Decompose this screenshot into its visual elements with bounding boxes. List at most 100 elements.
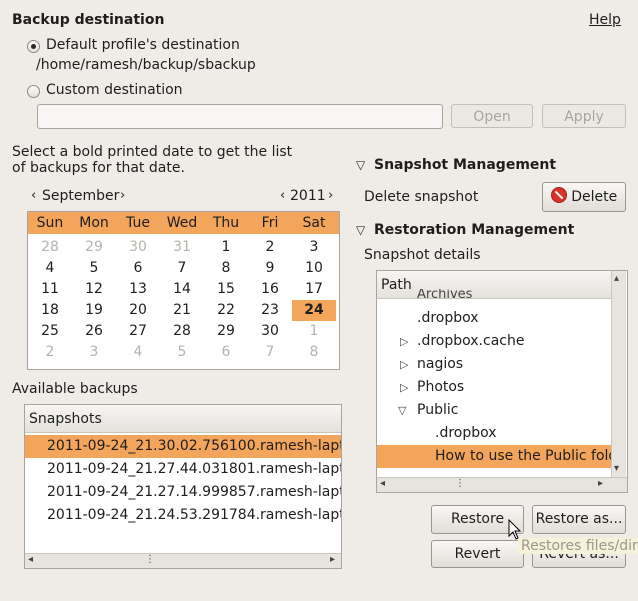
revert-button[interactable]: Revert (431, 540, 524, 568)
calendar-day[interactable]: 1 (204, 237, 248, 258)
calendar-day[interactable]: 6 (204, 342, 248, 363)
custom-destination-field[interactable] (37, 104, 443, 129)
calendar-day[interactable]: 3 (72, 342, 116, 363)
next-year-arrow[interactable]: › (328, 188, 333, 203)
calendar-day[interactable]: 4 (28, 258, 72, 279)
weekday-thu: Thu (212, 215, 240, 231)
section-title-backup-destination: Backup destination (12, 12, 165, 28)
calendar-day[interactable]: 23 (248, 300, 292, 321)
tree-horizontal-scrollbar[interactable]: ◂ ⋮ ▸ (377, 477, 627, 492)
help-link[interactable]: Help (589, 12, 621, 28)
prev-month-arrow[interactable]: ‹ (31, 188, 36, 203)
calendar-week-row: 18 19 20 21 22 23 24 (28, 300, 339, 321)
calendar-day[interactable]: 1 (292, 321, 336, 342)
snapshot-row[interactable]: 2011-09-24_21.27.44.031801.ramesh-laptop… (25, 458, 341, 481)
calendar-week-row: 11 12 13 14 15 16 17 (28, 279, 339, 300)
open-button[interactable]: Open (451, 104, 533, 128)
calendar-day[interactable]: 10 (292, 258, 336, 279)
calendar-day[interactable]: 26 (72, 321, 116, 342)
calendar-grid[interactable]: Sun Mon Tue Wed Thu Fri Sat 28 29 30 31 1 2 3 4… (27, 211, 340, 370)
default-destination-radio[interactable] (27, 40, 40, 53)
tree-row-partial[interactable]: Archives (417, 289, 611, 301)
calendar-day[interactable]: 8 (204, 258, 248, 279)
weekday-tue: Tue (126, 215, 150, 231)
calendar-day[interactable]: 31 (160, 237, 204, 258)
restoration-management-title[interactable]: Restoration Management (374, 222, 574, 238)
scroll-right-icon[interactable]: ▸ (330, 554, 335, 565)
calendar-day[interactable]: 27 (116, 321, 160, 342)
snapshot-row[interactable]: 2011-09-24_21.24.53.291784.ramesh-laptop… (25, 504, 341, 527)
snapshots-horizontal-scrollbar[interactable]: ◂ ⋮ ▸ (25, 553, 341, 568)
scroll-left-icon[interactable]: ◂ (28, 554, 33, 565)
calendar-day[interactable]: 29 (72, 237, 116, 258)
delete-snapshot-label: Delete snapshot (364, 189, 479, 205)
tree-row[interactable]: .dropbox (377, 422, 611, 445)
scroll-up-icon[interactable]: ▴ (614, 273, 619, 284)
calendar-day[interactable]: 7 (160, 258, 204, 279)
next-month-arrow[interactable]: › (120, 188, 125, 203)
restore-as-button[interactable]: Restore as... (532, 505, 626, 534)
prev-year-arrow[interactable]: ‹ (280, 188, 285, 203)
calendar-day[interactable]: 28 (160, 321, 204, 342)
tree-row[interactable]: How to use the Public fold (377, 445, 611, 468)
calendar-day[interactable]: 4 (116, 342, 160, 363)
tree-row[interactable]: .dropbox.cache (377, 330, 611, 353)
calendar-day[interactable]: 30 (248, 321, 292, 342)
calendar-day[interactable]: 16 (248, 279, 292, 300)
calendar-day[interactable]: 6 (116, 258, 160, 279)
delete-button[interactable]: Delete (542, 182, 626, 212)
calendar-day[interactable]: 3 (292, 237, 336, 258)
calendar-day[interactable]: 28 (28, 237, 72, 258)
calendar-day[interactable]: 22 (204, 300, 248, 321)
snapshot-row[interactable]: 2011-09-24_21.27.14.999857.ramesh-laptop… (25, 481, 341, 504)
scroll-grip-icon[interactable]: ⋮ (145, 554, 155, 565)
calendar-day[interactable]: 21 (160, 300, 204, 321)
scroll-left-icon[interactable]: ◂ (380, 478, 385, 489)
calendar-week-row: 28 29 30 31 1 2 3 (28, 237, 339, 258)
expander-triangle-icon[interactable]: ▽ (356, 223, 365, 237)
calendar-day[interactable]: 17 (292, 279, 336, 300)
calendar-day[interactable]: 24 (292, 300, 336, 321)
tree-row[interactable]: Public (377, 399, 611, 422)
calendar-day[interactable]: 5 (72, 258, 116, 279)
snapshot-management-title[interactable]: Snapshot Management (374, 157, 556, 173)
calendar-day[interactable]: 14 (160, 279, 204, 300)
delete-button-label: Delete (571, 189, 618, 205)
tree-vertical-scrollbar[interactable]: ▴ ▾ (611, 271, 626, 477)
tree-row[interactable]: nagios (377, 353, 611, 376)
tree-row[interactable]: .dropbox (377, 307, 611, 330)
calendar-day[interactable]: 2 (248, 237, 292, 258)
custom-destination-radio[interactable] (27, 85, 40, 98)
calendar-day[interactable]: 30 (116, 237, 160, 258)
default-destination-label[interactable]: Default profile's destination (46, 37, 240, 53)
calendar-day[interactable]: 19 (72, 300, 116, 321)
calendar-day[interactable]: 2 (28, 342, 72, 363)
year-label: 2011 (290, 188, 326, 204)
calendar-day[interactable]: 8 (292, 342, 336, 363)
calendar-day[interactable]: 15 (204, 279, 248, 300)
snapshots-column-header[interactable]: Snapshots (25, 405, 341, 433)
calendar-day[interactable]: 5 (160, 342, 204, 363)
calendar-day[interactable]: 7 (248, 342, 292, 363)
scroll-down-icon[interactable]: ▾ (614, 463, 619, 474)
expander-triangle-icon[interactable]: ▽ (356, 158, 365, 172)
apply-button[interactable]: Apply (542, 104, 626, 128)
calendar-day[interactable]: 13 (116, 279, 160, 300)
available-backups-label: Available backups (12, 381, 138, 397)
snapshot-row[interactable]: 2011-09-24_21.30.02.756100.ramesh-laptop… (25, 435, 341, 458)
snapshot-details-tree[interactable]: Path Archives .dropbox ▷ .dropbox.cache … (376, 270, 628, 493)
calendar-day[interactable]: 18 (28, 300, 72, 321)
calendar-day[interactable]: 12 (72, 279, 116, 300)
scroll-grip-icon[interactable]: ⋮ (455, 478, 465, 489)
tree-row[interactable]: Photos (377, 376, 611, 399)
calendar-day[interactable]: 11 (28, 279, 72, 300)
snapshots-list[interactable]: Snapshots 2011-09-24_21.30.02.756100.ram… (24, 404, 342, 569)
calendar-day[interactable]: 9 (248, 258, 292, 279)
weekday-wed: Wed (166, 215, 198, 231)
scroll-right-icon[interactable]: ▸ (598, 478, 603, 489)
calendar-day[interactable]: 25 (28, 321, 72, 342)
custom-destination-label[interactable]: Custom destination (46, 82, 183, 98)
calendar-instructions-line1: Select a bold printed date to get the li… (12, 144, 293, 160)
calendar-day[interactable]: 29 (204, 321, 248, 342)
calendar-day[interactable]: 20 (116, 300, 160, 321)
